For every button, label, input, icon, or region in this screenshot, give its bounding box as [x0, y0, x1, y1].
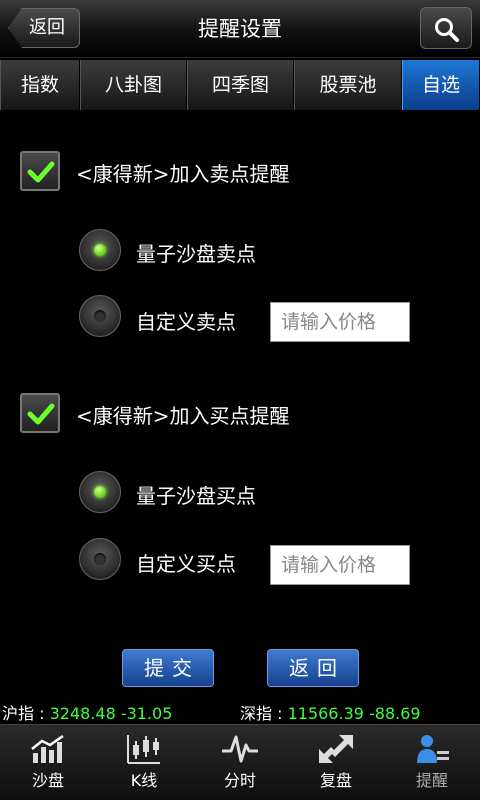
search-button[interactable] — [420, 7, 472, 49]
tab-bagua[interactable]: 八卦图 — [80, 60, 187, 110]
alert-user-icon — [417, 735, 449, 763]
sell-custom-label: 自定义卖点 — [136, 310, 236, 334]
shenzhen-index-ticker: 深指 : 11566.39 -88.69 — [240, 700, 421, 724]
search-icon — [435, 18, 459, 42]
nav-label: 复盘 — [319, 771, 352, 790]
bottom-nav: 沙盘 K线 分时 复盘 提醒 — [0, 724, 480, 800]
tab-stock-pool[interactable]: 股票池 — [294, 60, 402, 110]
header-back-button[interactable]: 返回 — [8, 8, 80, 48]
nav-label: 分时 — [223, 771, 256, 790]
nav-label: 沙盘 — [31, 771, 64, 790]
buy-quantum-label: 量子沙盘买点 — [136, 484, 256, 508]
nav-timeshare[interactable]: 分时 — [192, 725, 288, 800]
timeshare-line-icon — [222, 735, 258, 763]
shanghai-index-ticker: 沪指 : 3248.48 -31.05 — [2, 700, 172, 724]
shenzhen-index-label: 深指 : — [240, 704, 288, 723]
buy-alert-checkbox[interactable] — [20, 393, 60, 433]
checkmark-icon — [27, 161, 55, 183]
replay-arrows-icon — [319, 735, 353, 763]
sell-quantum-label: 量子沙盘卖点 — [136, 242, 256, 266]
buy-alert-label: <康得新>加入买点提醒 — [76, 404, 290, 428]
page-title: 提醒设置 — [198, 17, 282, 41]
sandbox-chart-icon — [31, 734, 64, 763]
candlestick-icon — [127, 735, 160, 764]
sell-custom-radio[interactable] — [79, 295, 121, 337]
tab-four-seasons[interactable]: 四季图 — [187, 60, 294, 110]
buy-custom-radio[interactable] — [79, 538, 121, 580]
header-bar: 返回 提醒设置 — [0, 0, 480, 58]
tab-bar: 指数 八卦图 四季图 股票池 自选 — [0, 60, 480, 110]
nav-kline[interactable]: K线 — [96, 725, 192, 800]
shanghai-index-value: 3248.48 -31.05 — [49, 704, 173, 723]
buy-price-input[interactable]: 请输入价格 — [270, 545, 410, 585]
buy-quantum-radio[interactable] — [79, 471, 121, 513]
tab-index[interactable]: 指数 — [0, 60, 80, 110]
nav-label: K线 — [130, 771, 158, 790]
nav-alert[interactable]: 提醒 — [384, 725, 480, 800]
shenzhen-index-value: 11566.39 -88.69 — [287, 704, 421, 723]
sell-alert-label: <康得新>加入卖点提醒 — [76, 162, 290, 186]
nav-sandbox[interactable]: 沙盘 — [0, 725, 96, 800]
shanghai-index-label: 沪指 : — [2, 704, 50, 723]
return-button[interactable]: 返回 — [267, 649, 359, 687]
tab-watchlist[interactable]: 自选 — [402, 60, 480, 110]
checkmark-icon — [27, 403, 55, 425]
sell-alert-checkbox[interactable] — [20, 151, 60, 191]
nav-replay[interactable]: 复盘 — [288, 725, 384, 800]
nav-label: 提醒 — [415, 771, 448, 790]
sell-quantum-radio[interactable] — [79, 229, 121, 271]
buy-custom-label: 自定义买点 — [136, 552, 236, 576]
submit-button[interactable]: 提交 — [122, 649, 214, 687]
sell-price-input[interactable]: 请输入价格 — [270, 302, 410, 342]
